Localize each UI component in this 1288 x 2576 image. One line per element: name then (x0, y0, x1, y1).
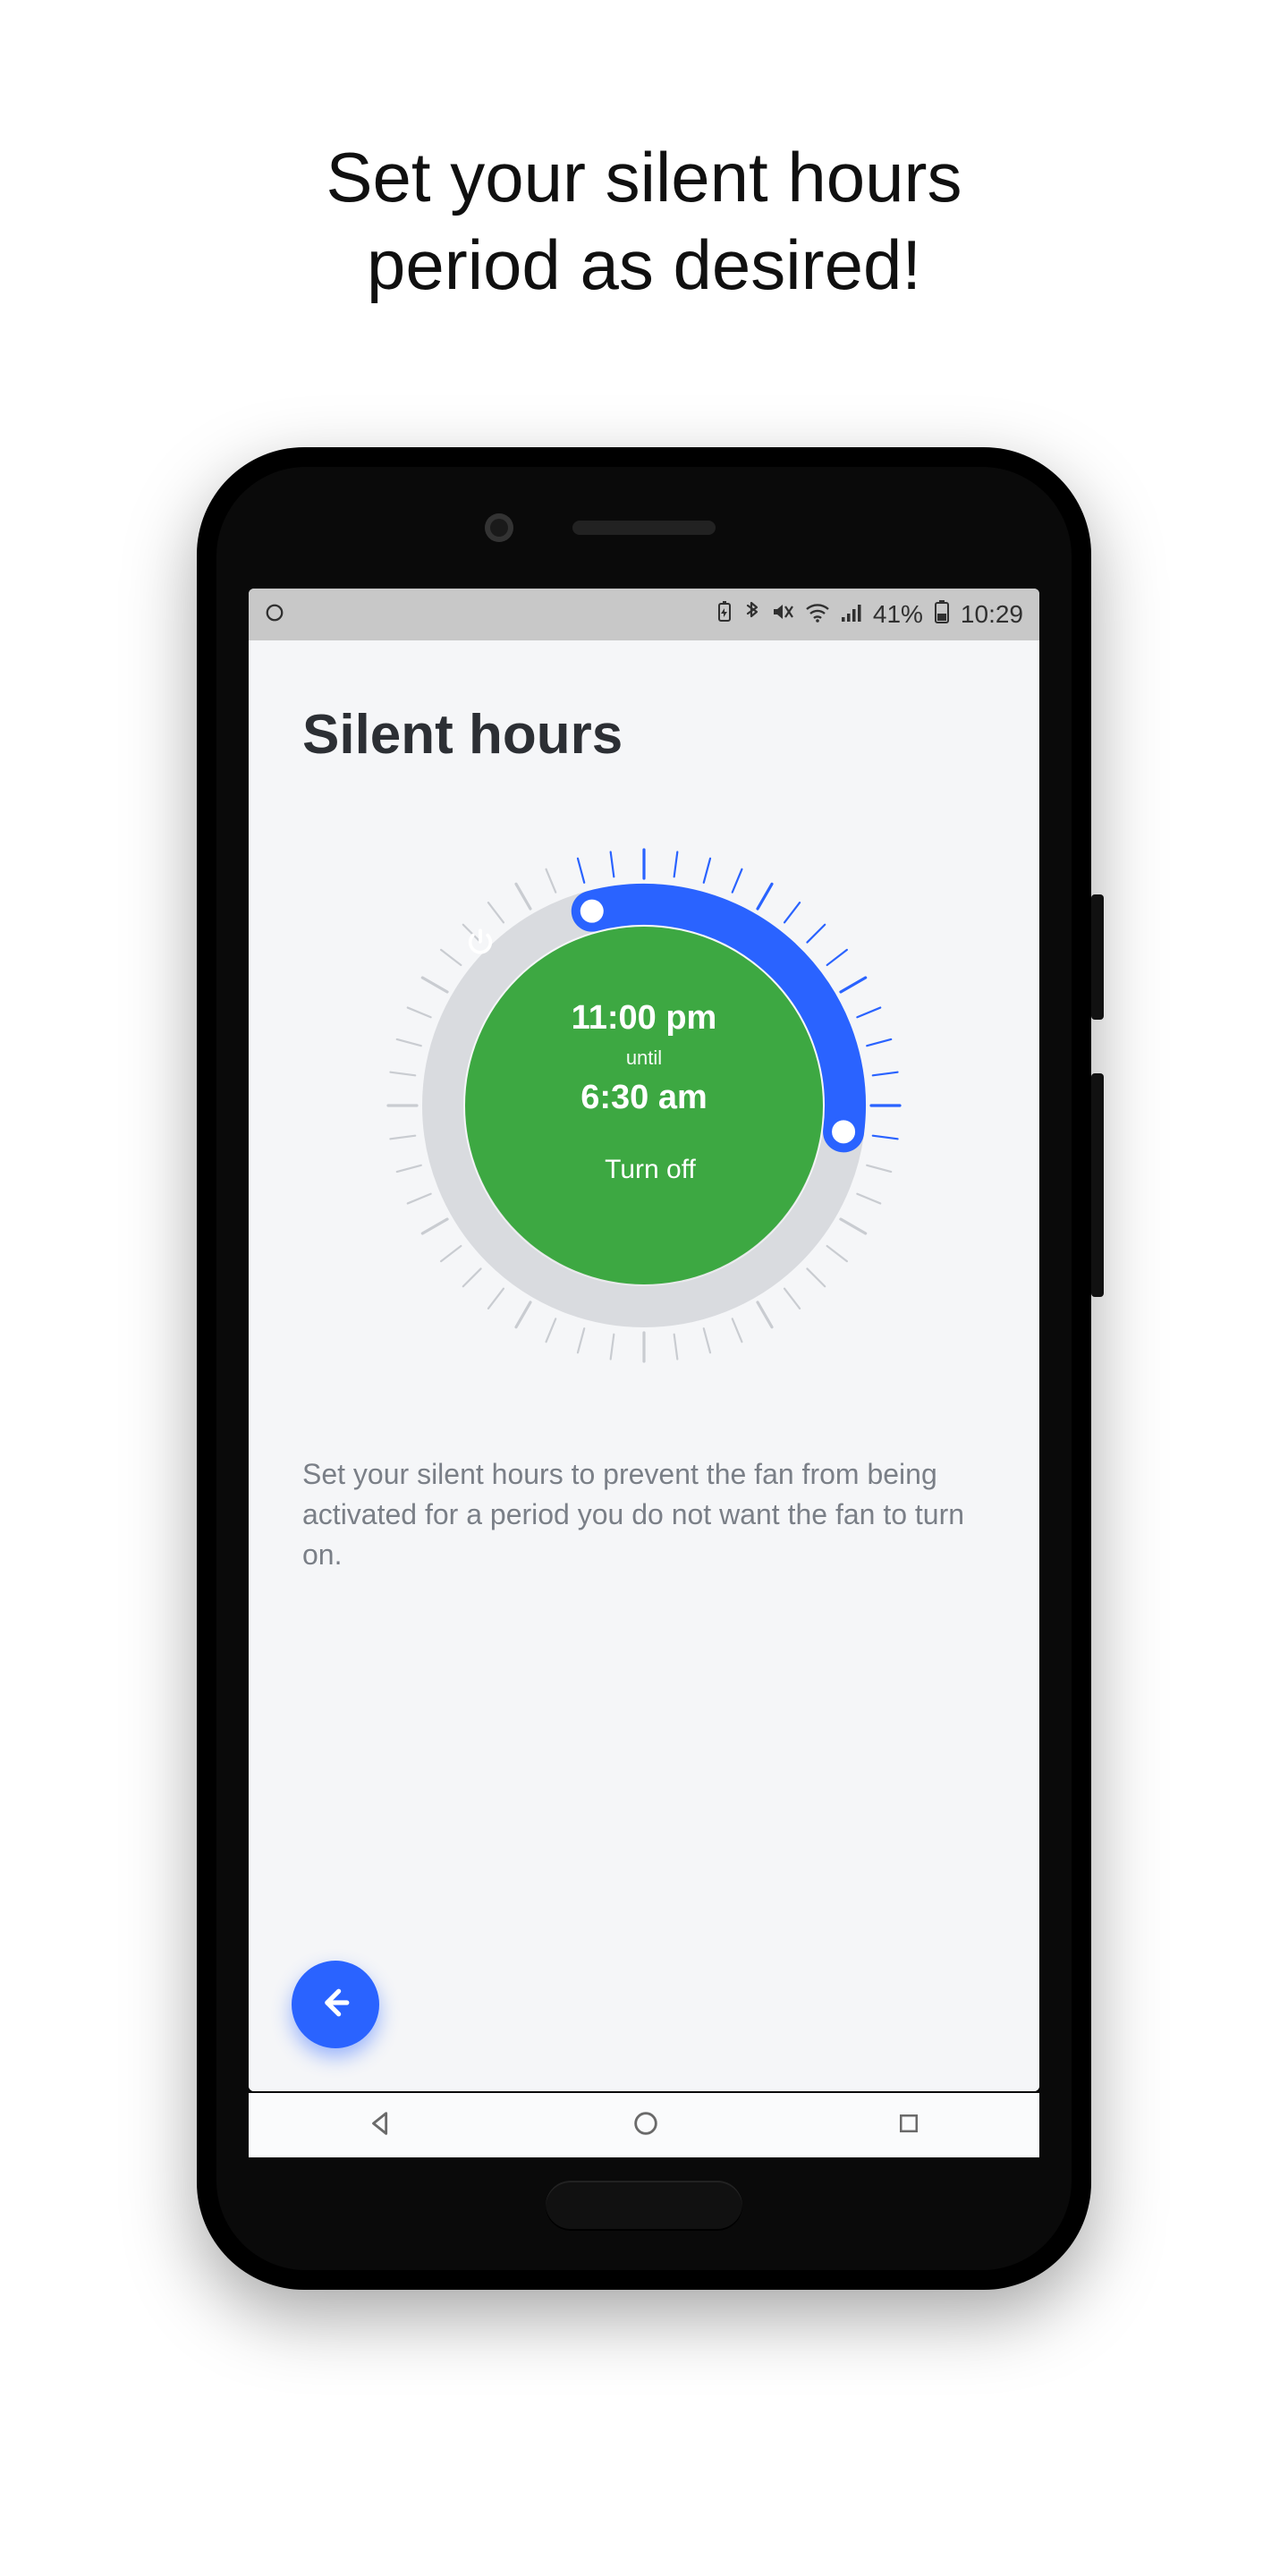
phone-home-button (546, 2181, 742, 2231)
carrier-icon (265, 600, 284, 629)
battery-percent: 41% (873, 600, 923, 629)
speaker-grille (572, 521, 716, 535)
start-time: 11:00 pm (572, 999, 717, 1038)
nav-back-icon[interactable] (366, 2108, 396, 2143)
battery-icon (934, 600, 950, 630)
back-button[interactable] (292, 1961, 379, 2048)
until-label: until (626, 1046, 662, 1070)
promo-line2: period as desired! (0, 222, 1288, 309)
dial-center: 11:00 pm until 6:30 am Turn off (465, 927, 823, 1284)
wifi-icon (805, 600, 830, 629)
android-nav-bar (249, 2093, 1039, 2157)
screen: 41% 10:29 Silent hours 11:00 pm (249, 589, 1039, 2091)
turn-off-label: Turn off (605, 1155, 696, 1185)
promo-title: Set your silent hours period as desired! (0, 134, 1288, 309)
signal-icon (841, 600, 862, 629)
turn-off-button[interactable]: Turn off (592, 1155, 696, 1185)
battery-saver-icon (716, 600, 733, 629)
phone-side-button (1091, 1073, 1104, 1297)
end-time: 6:30 am (580, 1079, 708, 1117)
mute-icon (771, 600, 794, 629)
page-title: Silent hours (302, 703, 623, 767)
arrow-left-icon (316, 1983, 355, 2027)
phone-side-button (1091, 894, 1104, 1020)
app-content: Silent hours 11:00 pm until 6:30 am (249, 640, 1039, 2091)
bluetooth-icon (744, 600, 760, 630)
phone-frame: 41% 10:29 Silent hours 11:00 pm (197, 447, 1091, 2290)
status-bar: 41% 10:29 (249, 589, 1039, 640)
front-camera (485, 513, 513, 542)
promo-line1: Set your silent hours (0, 134, 1288, 222)
description-text: Set your silent hours to prevent the fan… (302, 1454, 986, 1574)
nav-recent-icon[interactable] (895, 2110, 922, 2141)
clock-time: 10:29 (961, 600, 1023, 629)
nav-home-icon[interactable] (631, 2108, 661, 2143)
phone-bezel: 41% 10:29 Silent hours 11:00 pm (216, 467, 1072, 2270)
time-range-dial[interactable]: 11:00 pm until 6:30 am Turn off (249, 792, 1039, 1419)
